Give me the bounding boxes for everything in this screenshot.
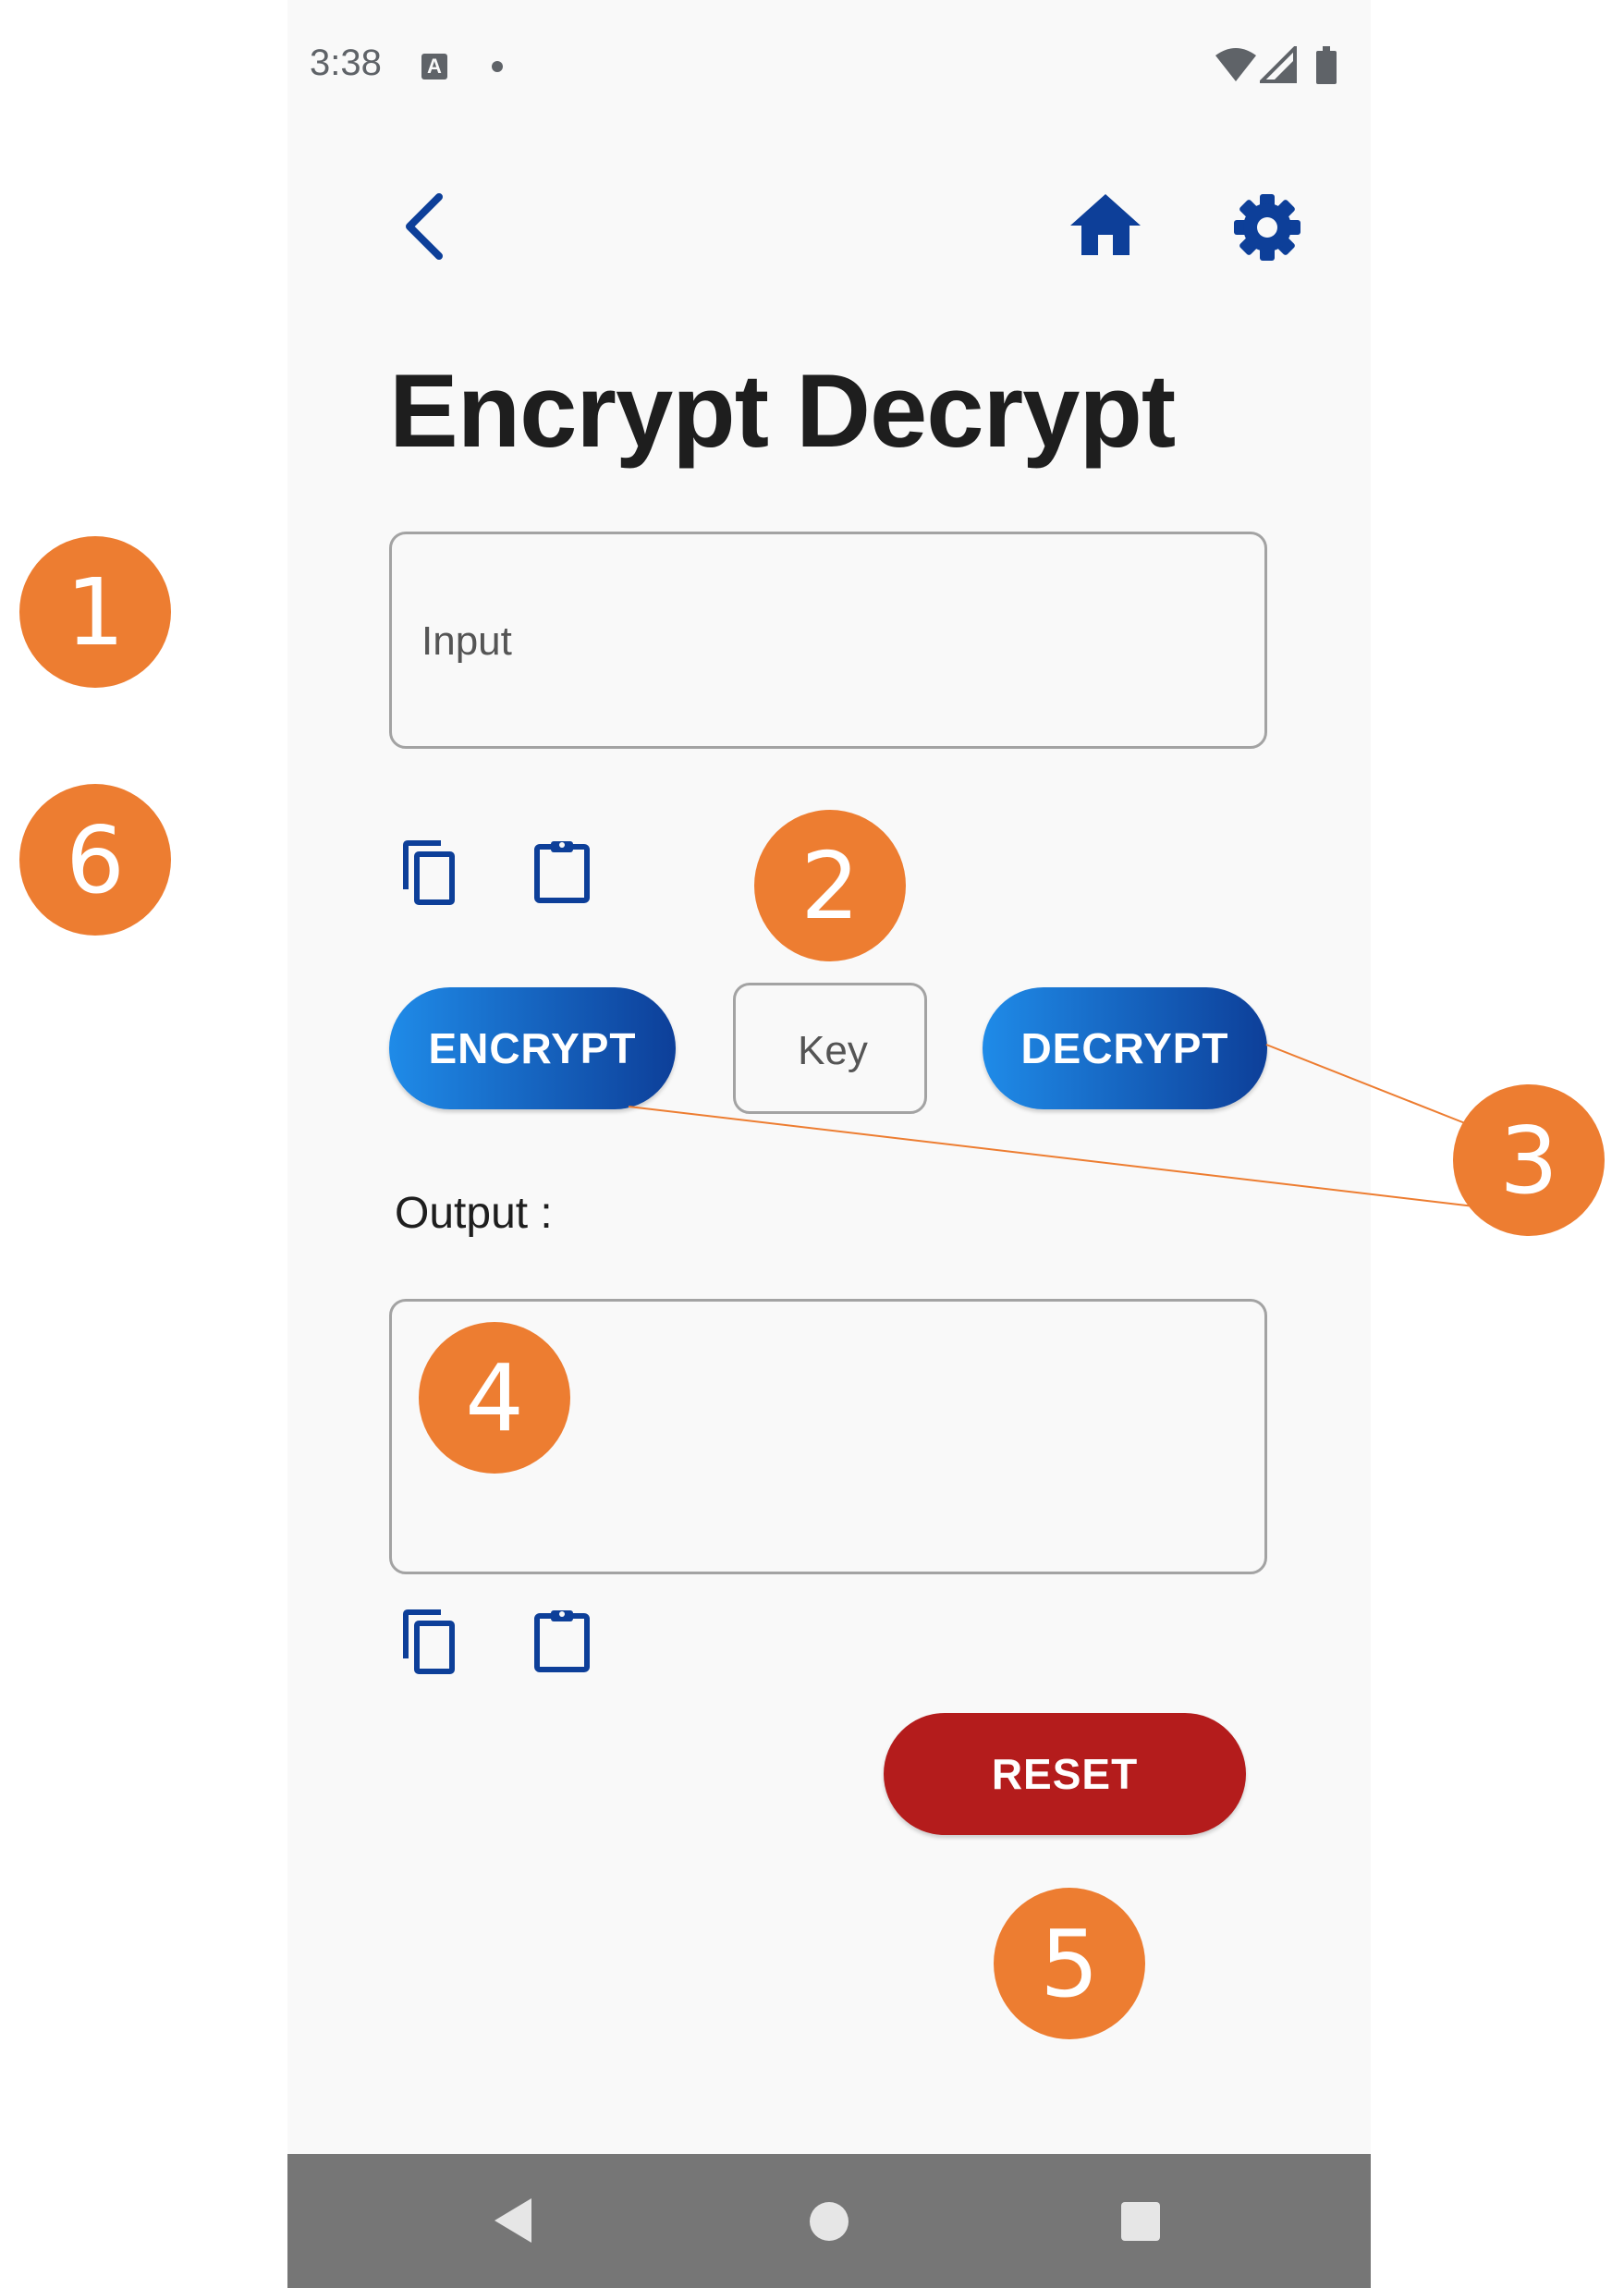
key-field[interactable]	[733, 983, 927, 1114]
annotation-badge-3: 3	[1453, 1084, 1605, 1236]
input-text-field[interactable]	[389, 532, 1267, 749]
signal-icon	[1260, 46, 1297, 83]
input-text-area[interactable]	[420, 608, 1237, 675]
status-bar: 3:38 A	[287, 0, 1371, 139]
battery-icon	[1316, 46, 1337, 84]
output-paste-clipboard-icon[interactable]	[532, 1607, 592, 1673]
back-arrow-icon[interactable]	[398, 190, 454, 263]
input-paste-clipboard-icon[interactable]	[532, 838, 592, 904]
system-home-icon[interactable]	[808, 2200, 850, 2243]
notification-dot-icon	[492, 61, 503, 72]
phone-screen: 3:38 A Encrypt Decrypt Input ENCRYPT Key…	[287, 0, 1371, 2288]
system-recents-icon[interactable]	[1119, 2200, 1162, 2243]
annotation-badge-5: 5	[994, 1888, 1145, 2039]
reset-button[interactable]: RESET	[884, 1713, 1246, 1835]
output-copy-icon[interactable]	[400, 1609, 459, 1675]
system-back-icon[interactable]	[491, 2195, 537, 2246]
settings-gear-icon[interactable]	[1232, 192, 1302, 263]
encrypt-button[interactable]: ENCRYPT	[389, 987, 676, 1109]
decrypt-button[interactable]: DECRYPT	[983, 987, 1267, 1109]
wifi-icon	[1215, 48, 1256, 81]
home-icon[interactable]	[1068, 192, 1142, 257]
annotation-badge-2: 2	[754, 810, 906, 961]
input-copy-icon[interactable]	[400, 839, 459, 906]
system-navigation-bar	[287, 2154, 1371, 2288]
notification-a-icon: A	[421, 54, 447, 80]
output-label: Output :	[395, 1189, 553, 1238]
key-input[interactable]	[745, 1013, 921, 1089]
status-time: 3:38	[310, 43, 382, 83]
page-title: Encrypt Decrypt	[389, 353, 1176, 469]
annotation-badge-4: 4	[419, 1322, 570, 1474]
annotation-badge-1: 1	[19, 536, 171, 688]
annotation-badge-6: 6	[19, 784, 171, 936]
